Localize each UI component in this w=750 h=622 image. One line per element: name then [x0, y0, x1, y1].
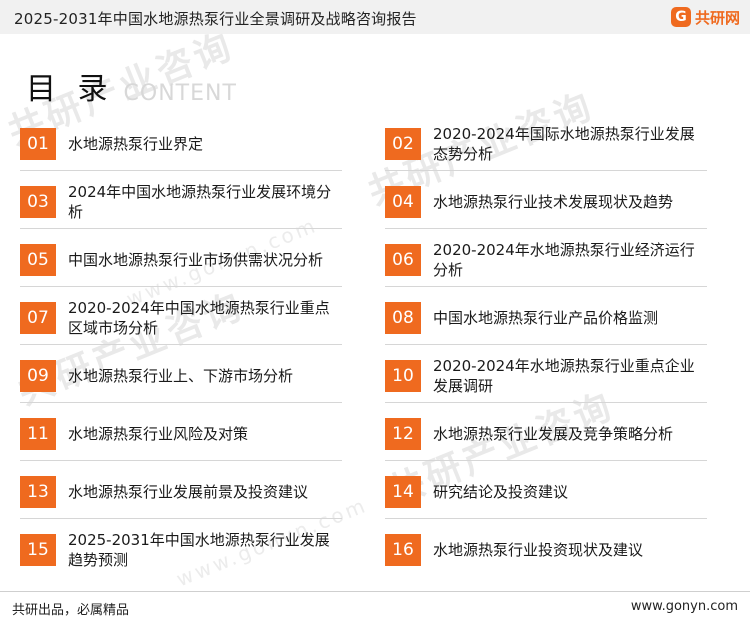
chapter-number: 05: [20, 244, 56, 276]
divider: [385, 344, 707, 345]
toc-item-04[interactable]: 04 水地源热泵行业技术发展现状及趋势: [385, 179, 707, 229]
toc-item-10[interactable]: 10 2020-2024年水地源热泵行业重点企业发展调研: [385, 353, 707, 403]
toc-item-16[interactable]: 16 水地源热泵行业投资现状及建议: [385, 527, 707, 573]
toc-item-01[interactable]: 01 水地源热泵行业界定: [20, 121, 342, 171]
divider: [20, 170, 342, 171]
divider: [385, 170, 707, 171]
divider: [385, 286, 707, 287]
divider: [385, 228, 707, 229]
toc-heading-cn: 目 录: [26, 72, 114, 107]
chapter-title: 2024年中国水地源热泵行业发展环境分析: [68, 183, 332, 221]
divider: [385, 518, 707, 519]
chapter-number: 03: [20, 186, 56, 218]
chapter-number: 14: [385, 476, 421, 508]
footer-url[interactable]: www.gonyn.com: [631, 599, 738, 614]
chapter-title: 水地源热泵行业技术发展现状及趋势: [433, 193, 674, 211]
toc-item-07[interactable]: 07 2020-2024年中国水地源热泵行业重点区域市场分析: [20, 295, 342, 345]
chapter-title: 水地源热泵行业发展及竞争策略分析: [433, 425, 674, 443]
chapter-title: 水地源热泵行业界定: [68, 135, 204, 153]
toc-item-03[interactable]: 03 2024年中国水地源热泵行业发展环境分析: [20, 179, 342, 229]
divider: [385, 402, 707, 403]
chapter-number: 09: [20, 360, 56, 392]
chapter-number: 07: [20, 302, 56, 334]
logo-text: 共研网: [694, 8, 740, 27]
chapter-number: 13: [20, 476, 56, 508]
chapter-number: 04: [385, 186, 421, 218]
chapter-title: 2020-2024年中国水地源热泵行业重点区域市场分析: [68, 299, 330, 337]
chapter-number: 10: [385, 360, 421, 392]
chapter-number: 02: [385, 128, 421, 160]
chapter-number: 15: [20, 534, 56, 566]
chapter-title: 中国水地源热泵行业市场供需状况分析: [68, 251, 324, 269]
toc-item-08[interactable]: 08 中国水地源热泵行业产品价格监测: [385, 295, 707, 345]
divider: [20, 344, 342, 345]
toc-heading: 目 录 CONTENT: [26, 64, 237, 108]
chapter-number: 08: [385, 302, 421, 334]
toc-item-15[interactable]: 15 2025-2031年中国水地源热泵行业发展趋势预测: [20, 527, 342, 573]
chapter-title: 2020-2024年国际水地源热泵行业发展态势分析: [433, 125, 695, 163]
chapter-number: 01: [20, 128, 56, 160]
chapter-number: 11: [20, 418, 56, 450]
chapter-title: 水地源热泵行业风险及对策: [68, 425, 249, 443]
divider: [20, 518, 342, 519]
chapter-title: 2020-2024年水地源热泵行业经济运行分析: [433, 241, 695, 279]
footer-slogan: 共研出品，必属精品: [12, 603, 130, 618]
toc-item-02[interactable]: 02 2020-2024年国际水地源热泵行业发展态势分析: [385, 121, 707, 171]
divider: [20, 460, 342, 461]
toc-item-09[interactable]: 09 水地源热泵行业上、下游市场分析: [20, 353, 342, 403]
header-bar: 2025-2031年中国水地源热泵行业全景调研及战略咨询报告 G 共研网: [0, 0, 750, 34]
chapter-title: 2020-2024年水地源热泵行业重点企业发展调研: [433, 357, 695, 395]
toc-item-12[interactable]: 12 水地源热泵行业发展及竞争策略分析: [385, 411, 707, 461]
divider: [20, 402, 342, 403]
divider: [20, 286, 342, 287]
divider: [385, 460, 707, 461]
toc-item-11[interactable]: 11 水地源热泵行业风险及对策: [20, 411, 342, 461]
toc-item-13[interactable]: 13 水地源热泵行业发展前景及投资建议: [20, 469, 342, 519]
brand-logo[interactable]: G 共研网: [670, 6, 740, 28]
chapter-number: 16: [385, 534, 421, 566]
chapter-title: 2025-2031年中国水地源热泵行业发展趋势预测: [68, 531, 330, 569]
chapter-title: 水地源热泵行业发展前景及投资建议: [68, 483, 309, 501]
toc-item-14[interactable]: 14 研究结论及投资建议: [385, 469, 707, 519]
toc-item-05[interactable]: 05 中国水地源热泵行业市场供需状况分析: [20, 237, 342, 287]
toc-item-06[interactable]: 06 2020-2024年水地源热泵行业经济运行分析: [385, 237, 707, 287]
chapter-title: 研究结论及投资建议: [433, 483, 569, 501]
divider: [20, 228, 342, 229]
chapter-number: 06: [385, 244, 421, 276]
footer-divider: [0, 591, 750, 592]
chapter-title: 中国水地源热泵行业产品价格监测: [433, 309, 659, 327]
chapter-title: 水地源热泵行业上、下游市场分析: [68, 367, 294, 385]
chapter-number: 12: [385, 418, 421, 450]
toc-heading-en: CONTENT: [123, 81, 237, 106]
logo-mark-icon: G: [670, 7, 691, 27]
chapter-title: 水地源热泵行业投资现状及建议: [433, 541, 644, 559]
